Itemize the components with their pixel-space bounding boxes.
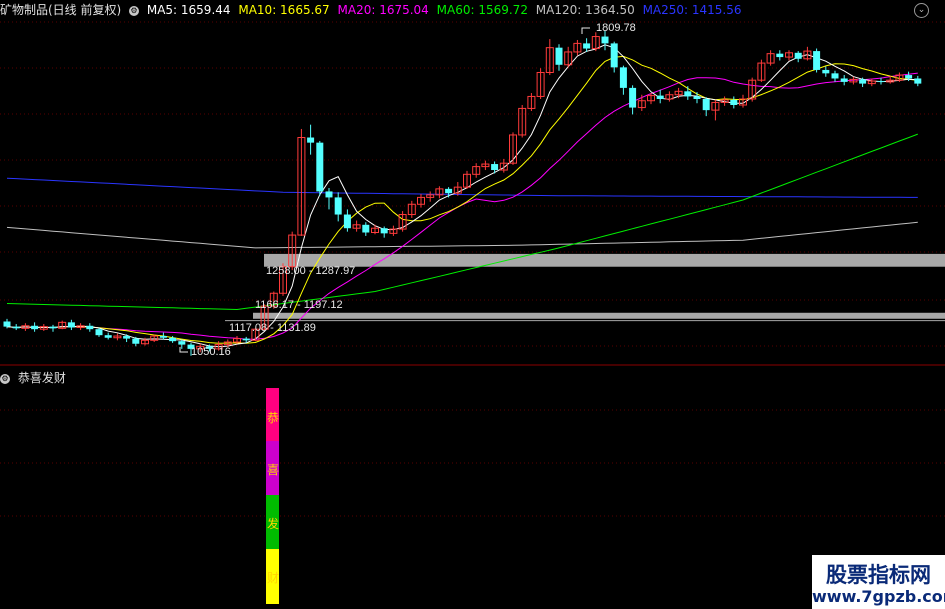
high-label: 1809.78 [596,22,636,34]
ma60-label: MA60: 1569.72 [436,3,528,17]
candle-body [104,335,112,338]
candle-body [178,341,186,345]
candle-body [914,78,922,84]
moving-average-lines [6,44,918,348]
gridlines [0,21,945,517]
ma5-label: MA5: 1659.44 [146,3,231,17]
zone1-label: 1258.00 - 1287.97 [266,265,355,277]
chart-title: 矿物制品(日线 前复权) [0,3,122,17]
candle-body [840,78,848,82]
candle-body [12,326,20,329]
indicator-header: ⚙ 恭喜发财 [0,369,66,387]
gear-icon[interactable]: ⚙ [0,373,10,384]
ma10-label: MA10: 1665.67 [238,3,330,17]
low-pointer [179,347,188,353]
candle-body [362,224,370,233]
zone3-label: 1117.08 - 1131.89 [229,322,316,334]
ma250-line [6,177,918,198]
candle-body [3,321,11,327]
zone-band [264,253,945,267]
candle-body [31,325,39,330]
candle-body [693,96,701,100]
low-label: 1050.16 [191,346,231,358]
candle-body [380,228,388,234]
zone2-label: 1166.17 - 1197.12 [255,299,343,311]
watermark-url: www.7gpzb.com [812,587,945,606]
candle-body [610,43,618,68]
ma20-label: MA20: 1675.04 [337,3,429,17]
candle-body [132,338,140,344]
candle-body [684,91,692,97]
ma60-line [6,133,918,311]
candle-body [49,326,57,329]
candle-body [859,79,867,84]
watermark-title: 股票指标网 [826,563,931,587]
candle-body [325,191,333,198]
candle-body [555,47,563,65]
signal-char: 恭 [266,411,279,425]
candle-body [86,325,94,330]
candle-body [334,197,342,215]
signal-char: 发 [266,517,279,531]
candle-body [316,142,324,192]
candle-body [702,99,710,111]
candle-body [656,95,664,100]
ma10-line [6,55,918,344]
candle-body [794,52,802,59]
candle-body [491,164,499,171]
candle-body [307,137,315,143]
ma120-line [6,221,918,249]
candle-body [242,338,250,341]
candle-body [583,43,591,49]
signal-char: 财 [266,571,279,585]
zone-band [253,312,945,319]
candle-body [343,214,351,229]
ma20-line [6,72,918,340]
candle-body [619,67,627,88]
watermark: 股票指标网 www.7gpzb.com [812,555,945,609]
indicator-title: 恭喜发财 [17,371,66,385]
candle-body [445,188,453,194]
chart-canvas: 1809.78 1050.16 1258.00 - 1287.97 1166.17 -… [0,21,945,604]
candle-body [813,51,821,70]
ma250-label: MA250: 1415.56 [642,3,742,17]
candle-body [877,81,885,83]
chart-header: 矿物制品(日线 前复权) ⚙ MA5: 1659.44 MA10: 1665.6… [0,0,945,20]
candle-body [822,69,830,74]
ma120-label: MA120: 1364.50 [535,3,635,17]
candle-body [831,73,839,79]
candle-body [905,75,913,79]
candle-body [95,329,103,336]
candle-body [730,99,738,106]
chevron-down-icon[interactable]: ⌄ [914,3,929,18]
signal-char: 喜 [266,463,279,477]
candle-body [123,336,131,339]
candle-body [629,87,637,108]
candle-body [169,337,177,342]
candle-body [601,36,609,44]
high-pointer [581,27,590,34]
candle-body [159,336,167,338]
gear-icon[interactable]: ⚙ [129,5,140,16]
candle-body [776,53,784,58]
candle-body [67,322,75,328]
ma5-line [6,44,918,348]
